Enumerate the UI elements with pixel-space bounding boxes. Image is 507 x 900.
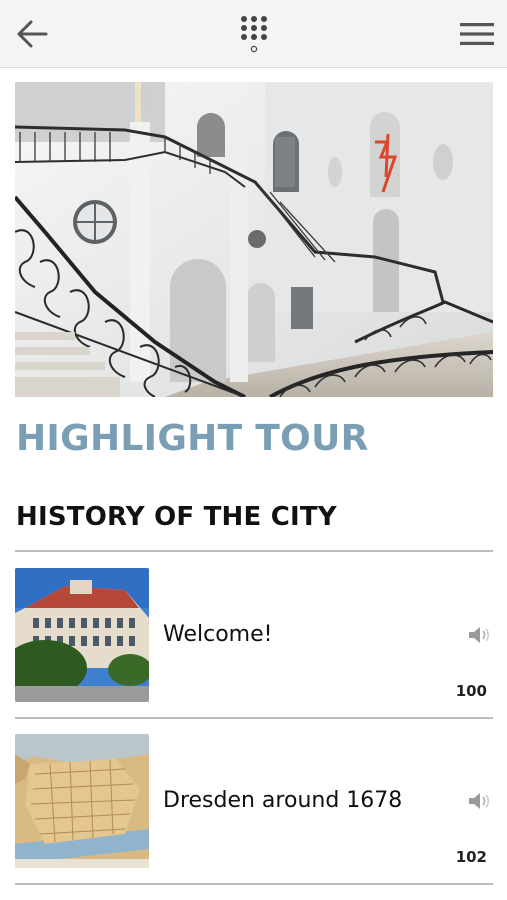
speaker-icon[interactable]: [467, 624, 491, 646]
item-thumbnail: [15, 734, 149, 868]
back-button[interactable]: [12, 14, 52, 54]
item-thumbnail: [15, 568, 149, 702]
list-item-welcome[interactable]: Welcome! 100: [15, 568, 493, 702]
keypad-button[interactable]: [233, 12, 275, 56]
city-model-photo: [15, 734, 149, 868]
arrow-left-icon: [17, 20, 48, 48]
list-item-dresden-1678[interactable]: Dresden around 1678 102: [15, 734, 493, 868]
divider: [15, 883, 493, 885]
baroque-building-photo: [15, 568, 149, 702]
hero-image: [15, 82, 493, 397]
item-number: 102: [455, 848, 487, 866]
divider: [15, 717, 493, 719]
keypad-icon: [241, 16, 267, 53]
item-title: Welcome!: [163, 622, 273, 647]
top-navigation-bar: [0, 0, 507, 68]
section-title: HISTORY OF THE CITY: [16, 502, 337, 532]
hamburger-menu-icon: [460, 23, 494, 45]
speaker-icon[interactable]: [467, 790, 491, 812]
divider: [15, 550, 493, 552]
item-title: Dresden around 1678: [163, 788, 403, 813]
tour-title: HIGHLIGHT TOUR: [16, 418, 369, 459]
menu-button[interactable]: [456, 14, 498, 54]
palace-staircase-photo: [15, 82, 493, 397]
item-number: 100: [455, 682, 487, 700]
